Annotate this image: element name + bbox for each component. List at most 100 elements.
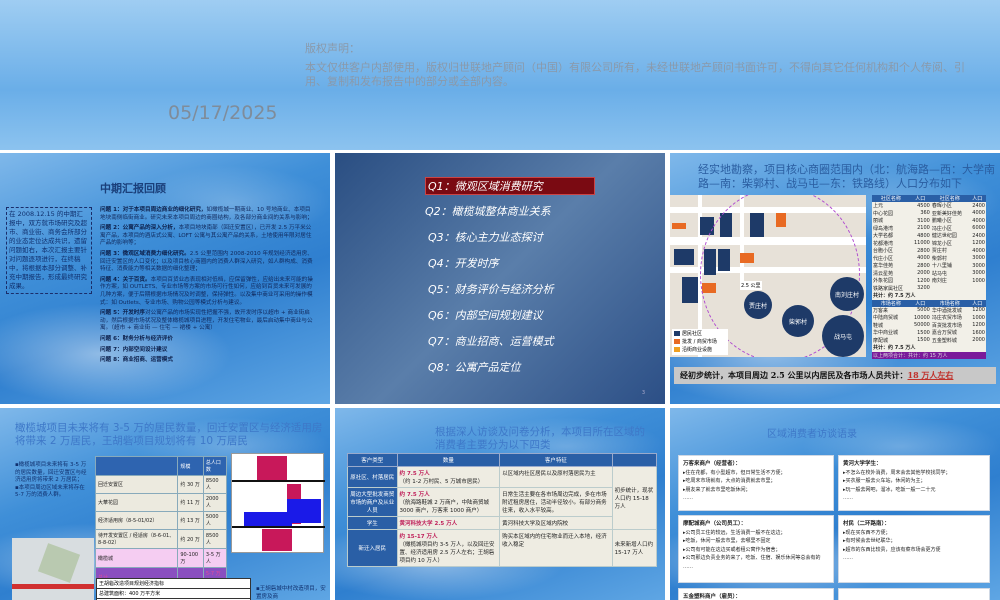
table-cell [969,285,986,293]
column-header: 人口 [968,299,986,307]
table-cell: 回迁安置区 [94,475,179,494]
slide-population[interactable]: 经实地勘察，项目核心商圈范围内（北：航海路—西：大学南路—南：柴郭村、战马屯—东… [670,153,1000,404]
interview-card: 黄河大学学生： ▸不怎么在校外消费，周末会去其他学校找同学； ▸买衣服一般去火车站，… [838,455,990,511]
quote-line: ▸不怎么在校外消费，周末会去其他学校找同学； [843,469,951,476]
table-cell: 8500 人 [202,529,228,549]
population-note: 未来新增人口约 15-17 万人 [611,529,658,567]
table-row: 铁路家属社区 3200 [872,285,986,293]
agenda-item[interactable]: Q7：商业招商、运营模式 [428,333,554,349]
customer-type: 新迁入居民 [347,529,398,567]
page-number: 3 [641,390,645,396]
consumer-types-table: 客户类型 数量 客户特征 原社区、村落居民约 7.5 万人 （约 1-2 万村民、5 万… [347,453,658,567]
issue-key: 问题 2：公寓产品的深入分析， [100,225,179,232]
table-cell: 8500 人 [202,475,228,494]
slide-review[interactable]: 中期汇报回顾 在 2008.12.15 的中期汇报中，双方就市场研究及超市、商业… [0,153,330,404]
column-header: 数量 [396,453,501,467]
table-cell: 2400 [972,202,985,209]
table-cell: 橄榄城 [94,548,179,568]
residents-table: 规模 总人口数 回迁安置区约 30 万 8500 人大華花园约 11 万 2000 人经… [94,456,228,587]
table-cell: 4500 [917,202,930,209]
quote-line: ▸朋友来了就去市里吃饭休闲； [683,486,751,493]
total-cell: 共计：约 7.5 万人 [873,293,916,300]
table-cell: 3-5 万人 [202,548,228,568]
table-row: 花都港湾 11000 锦龙小区 1200 [872,240,986,248]
table-row: 台胞小区 2800 贾庄村 4000 [872,247,986,255]
population-note: 初步统计，现状人口约 15-18 万人 [611,466,658,530]
table-row: 回迁安置区约 30 万 8500 人 [94,475,228,494]
table-cell: 4000 [972,217,985,224]
table-cell: 5000 人 [202,511,228,530]
table-cell: 清云星苑 [873,270,894,277]
agenda-item[interactable]: Q2：橄榄城整体商业关系 [425,203,551,219]
total-row: 共计：约 7.5 万人 [872,292,986,300]
table-cell: 待开发安置区 / 经适房（8-6-01、8-8-02） [94,529,179,549]
interview-card [838,588,990,600]
table-row: 丽城 3100 鹏曦小区 4000 [872,217,986,225]
table-cell: 4000 [972,210,985,217]
table-cell: 铁路家属社区 [873,285,904,292]
table-cell: 花都港湾 [873,240,894,247]
table-cell: 2000 [972,337,985,344]
table-cell: 2100 [917,225,930,232]
agenda-item[interactable]: Q8：公寓产品定位 [428,359,521,375]
table-row: 华中商业城 1500 嘉合万贸城 1600 [872,329,986,337]
table-cell: 3000 [972,270,985,277]
count-value: 约 7.5 万人 [399,492,430,498]
legend-label: 居民社区 [682,331,703,337]
table-cell: 摩配城 [873,337,889,344]
slide-future-residents[interactable]: 橄榄城项目未来将有 3-5 万的居民数量，回迁安置区与经济适用房将带来 2 万居… [0,408,330,600]
table-cell: 万客来 [873,307,889,314]
area-map: 2.5 公里 贾庄村 南刘庄村 柴郭村 战马屯 居民社区 批发 / 商贸市场 沿… [670,195,866,357]
table-cell: 柴郭村 [931,255,947,262]
customer-count: 黄河科技大学 2.5 万人 [396,516,501,530]
village-marker: 南刘庄村 [830,277,864,311]
column-header: 市场名称 [930,299,969,307]
table-cell: 富华佳苑 [873,263,894,270]
agenda-item[interactable]: Q4：开发时序 [428,255,499,271]
quote-line: …… [683,563,693,570]
agenda-item[interactable]: Q6：内部空间规划建议 [428,307,543,323]
table-cell: 1200 [972,307,985,314]
table-row: 待开发安置区 / 经适房（8-6-01、8-8-02）约 20 万 8500 人 [94,529,228,549]
interview-card: 五金塑料商户（雇员）： [678,588,834,600]
issue-item: 问题 2：公寓产品的深入分析，本项目地块南部（回迁安置区），已开发 2.5 万平… [100,225,315,248]
table-cell: 冯庄农贸市场 [931,315,962,322]
table-row: 绿岛港湾 2100 冯庄小区 6000 [872,225,986,233]
slide-agenda[interactable]: Q1：微观区域消费研究 Q2：橄榄城整体商业关系 Q3：核心主力业态探讨 Q4：开发时… [335,153,665,404]
quote-line: ▸吃饭，休闲一般去市里，去哪里不固定 [683,538,771,544]
cover-slide[interactable]: 05/17/2025 版权声明： 本文仅供客户内部使用，版权归世联地产顾问（中国… [0,0,1000,150]
table-cell: 经济适用房（8-5-01/02） [94,511,179,530]
quote-line: ▸现在买东西不方便； [843,529,891,536]
slide-interviews[interactable]: 区域消费者访谈语录 万客来商户（经营者）： ▸住在花都，有小型超市，但日常生活不方… [670,408,1000,600]
agenda-item[interactable]: Q5：财务评价与经济分析 [428,281,554,297]
column-header: 人口 [968,195,986,202]
issue-list: 问题 1：对于本项目周边商业的细化研究，如橄榄城一期商业、10 号地商业、本项目… [100,207,315,368]
slide-consumer-types[interactable]: 根据深人访谈及问卷分析，本项目所在区域的消费者主要分为以下四类 客户类型 数量 客户… [335,408,665,600]
quote-line: ▸公司那边负责业务的来了，吃饭、住宿、娱乐休闲等总会有的 [683,555,821,561]
table-row: 原社区、村落居民约 7.5 万人 （约 1-2 万村民、5 万城市居民） 以区域内社… [347,466,658,530]
table-cell: 贾庄村 [931,248,947,255]
table-header-row: 规模 总人口数 [94,456,228,476]
location-map-image [12,538,94,600]
quote-line: ▸玩一般去网吧，溜冰，吃饭一般一二十元 [843,486,936,493]
issue-item: 问题 5：开发时序对公寓产品的市场实现性把握不强，故开发时序以超市 + 商业街启… [100,310,315,333]
table-cell: 嘉合万贸城 [931,330,957,337]
legend-label: 批发 / 商贸市场 [682,339,717,345]
table-row: 代庄小区 4000 柴郭村 3000 [872,255,986,263]
count-value: 黄河科技大学 2.5 万人 [399,521,458,527]
slide-title: 经实地勘察，项目核心商圈范围内（北：航海路—西：大学南路—南：柴郭村、战马屯—东… [698,163,995,190]
interview-card: 万客来商户（经营者）： ▸住在花都，有小型超市，但日常生活不方便； ▸吃周末市场就有… [678,455,834,511]
agenda-item[interactable]: Q3：核心主力业态探讨 [428,229,543,245]
issue-key: 问题 8：商业招商、运营模式 [100,357,173,364]
quote-line: …… [683,495,693,501]
column-header: 客户类型 [347,453,398,467]
table-cell: 约 13 万 [177,511,204,530]
table-cell: 冯庄小区 [931,225,952,232]
table-cell: 11000 [913,240,930,247]
table-cell: 上元 [873,203,884,210]
issue-item: 问题 6：财务分析与经济评价 [100,336,315,344]
customer-type: 周边大型批发商贸市场的商户及从业人员 [347,487,398,517]
customer-count: 约 7.5 万人 （航海路鞋城 2 万商户，中陆商贸城 3000 商户，万客来 1… [396,487,501,517]
customer-count: 约 7.5 万人 （约 1-2 万村民、5 万城市居民） [396,466,501,488]
agenda-item[interactable]: Q1：微观区域消费研究 [425,177,595,195]
